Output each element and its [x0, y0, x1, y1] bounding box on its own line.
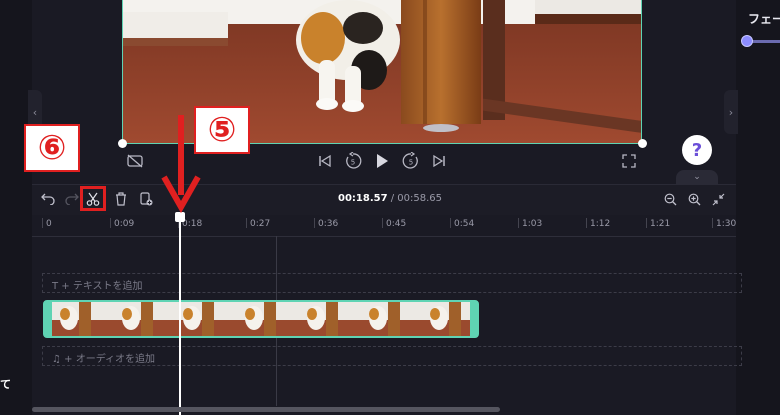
clip-thumbnail: [353, 302, 416, 336]
clip-trim-handle-right[interactable]: [470, 302, 477, 336]
ruler-tick: [518, 218, 519, 228]
ruler-tick: [586, 218, 587, 228]
fade-slider-knob[interactable]: [741, 35, 753, 47]
clip-thumbnail: [106, 302, 169, 336]
ruler-label: 0:27: [250, 219, 271, 229]
duplicate-button[interactable]: [138, 191, 154, 207]
ruler-tick: [314, 218, 315, 228]
chevron-right-icon: ›: [728, 105, 734, 119]
expand-panel-button[interactable]: ⌄: [676, 170, 718, 184]
skip-back-icon[interactable]: [316, 152, 334, 170]
fit-icon[interactable]: [710, 191, 726, 207]
clip-thumbnail: [230, 302, 292, 336]
time-separator: /: [387, 193, 398, 204]
ruler-tick: [42, 218, 43, 228]
ruler-label: 0: [46, 219, 52, 229]
ruler-tick: [246, 218, 247, 228]
ruler-tick: [712, 218, 713, 228]
left-panel: [0, 0, 32, 415]
timeline-ruler[interactable]: [32, 214, 736, 237]
clip-thumbnail: [168, 302, 231, 336]
zoom-in-icon[interactable]: [686, 191, 702, 207]
rewind-seconds: 5: [351, 159, 355, 167]
add-audio-label[interactable]: ♫ + オーディオを追加: [52, 350, 155, 365]
right-panel: [736, 0, 780, 415]
clip-thumbnail: [291, 302, 354, 336]
play-button[interactable]: [372, 151, 392, 171]
video-clip[interactable]: [43, 300, 479, 338]
skip-forward-icon[interactable]: [430, 152, 448, 170]
clip-trim-handle-left[interactable]: [45, 302, 52, 336]
ruler-label: 1:21: [650, 219, 671, 229]
time-readout: 00:18.57 / 00:58.65: [338, 193, 442, 204]
right-panel-title: フェー: [748, 12, 780, 26]
help-icon: ?: [691, 139, 703, 161]
crop-handle-bottom-right[interactable]: [638, 139, 647, 148]
ruler-label: 0:18: [182, 219, 203, 229]
total-time: 00:58.65: [397, 193, 443, 204]
redo-icon[interactable]: [64, 191, 80, 207]
add-text-label[interactable]: T + テキストを追加: [52, 277, 143, 292]
timeline-scrollbar[interactable]: [32, 407, 500, 412]
captions-off-icon[interactable]: [126, 152, 144, 170]
ruler-label: 1:30: [716, 219, 737, 229]
ruler-label: 1:03: [522, 219, 543, 229]
playhead-handle[interactable]: [175, 212, 185, 222]
ruler-label: 0:36: [318, 219, 339, 229]
zoom-out-icon[interactable]: [662, 191, 678, 207]
forward-5-icon[interactable]: 5: [402, 152, 420, 170]
scissors-highlight-box: [80, 186, 106, 211]
left-panel-label: て: [0, 378, 11, 391]
play-icon: [377, 154, 388, 168]
ruler-label: 0:45: [386, 219, 407, 229]
playhead-line[interactable]: [179, 218, 181, 415]
fullscreen-icon[interactable]: [620, 152, 638, 170]
ruler-label: 0:09: [114, 219, 135, 229]
duplicate-icon: [140, 192, 153, 206]
ruler-tick: [382, 218, 383, 228]
crop-handle-bottom-left[interactable]: [118, 139, 127, 148]
right-panel-collapse-button[interactable]: ›: [724, 90, 738, 134]
delete-button[interactable]: [113, 191, 129, 207]
forward-seconds: 5: [409, 159, 413, 167]
rewind-5-icon[interactable]: 5: [344, 152, 362, 170]
ruler-tick: [110, 218, 111, 228]
ruler-label: 1:12: [590, 219, 611, 229]
trash-icon: [116, 192, 126, 206]
chevron-down-icon: ⌄: [693, 172, 701, 182]
ruler-label: 0:54: [454, 219, 475, 229]
current-time: 00:18.57: [338, 193, 388, 204]
chevron-left-icon: ‹: [32, 105, 38, 119]
ruler-tick: [646, 218, 647, 228]
help-button[interactable]: ?: [682, 135, 712, 165]
text-track[interactable]: [42, 273, 742, 293]
clip-thumbnail: [415, 302, 477, 336]
ruler-tick: [450, 218, 451, 228]
undo-icon[interactable]: [40, 191, 56, 207]
clip-thumbnail: [45, 302, 107, 336]
step-5-annotation: ⑤: [194, 106, 250, 154]
step-6-annotation: ⑥: [24, 124, 80, 172]
